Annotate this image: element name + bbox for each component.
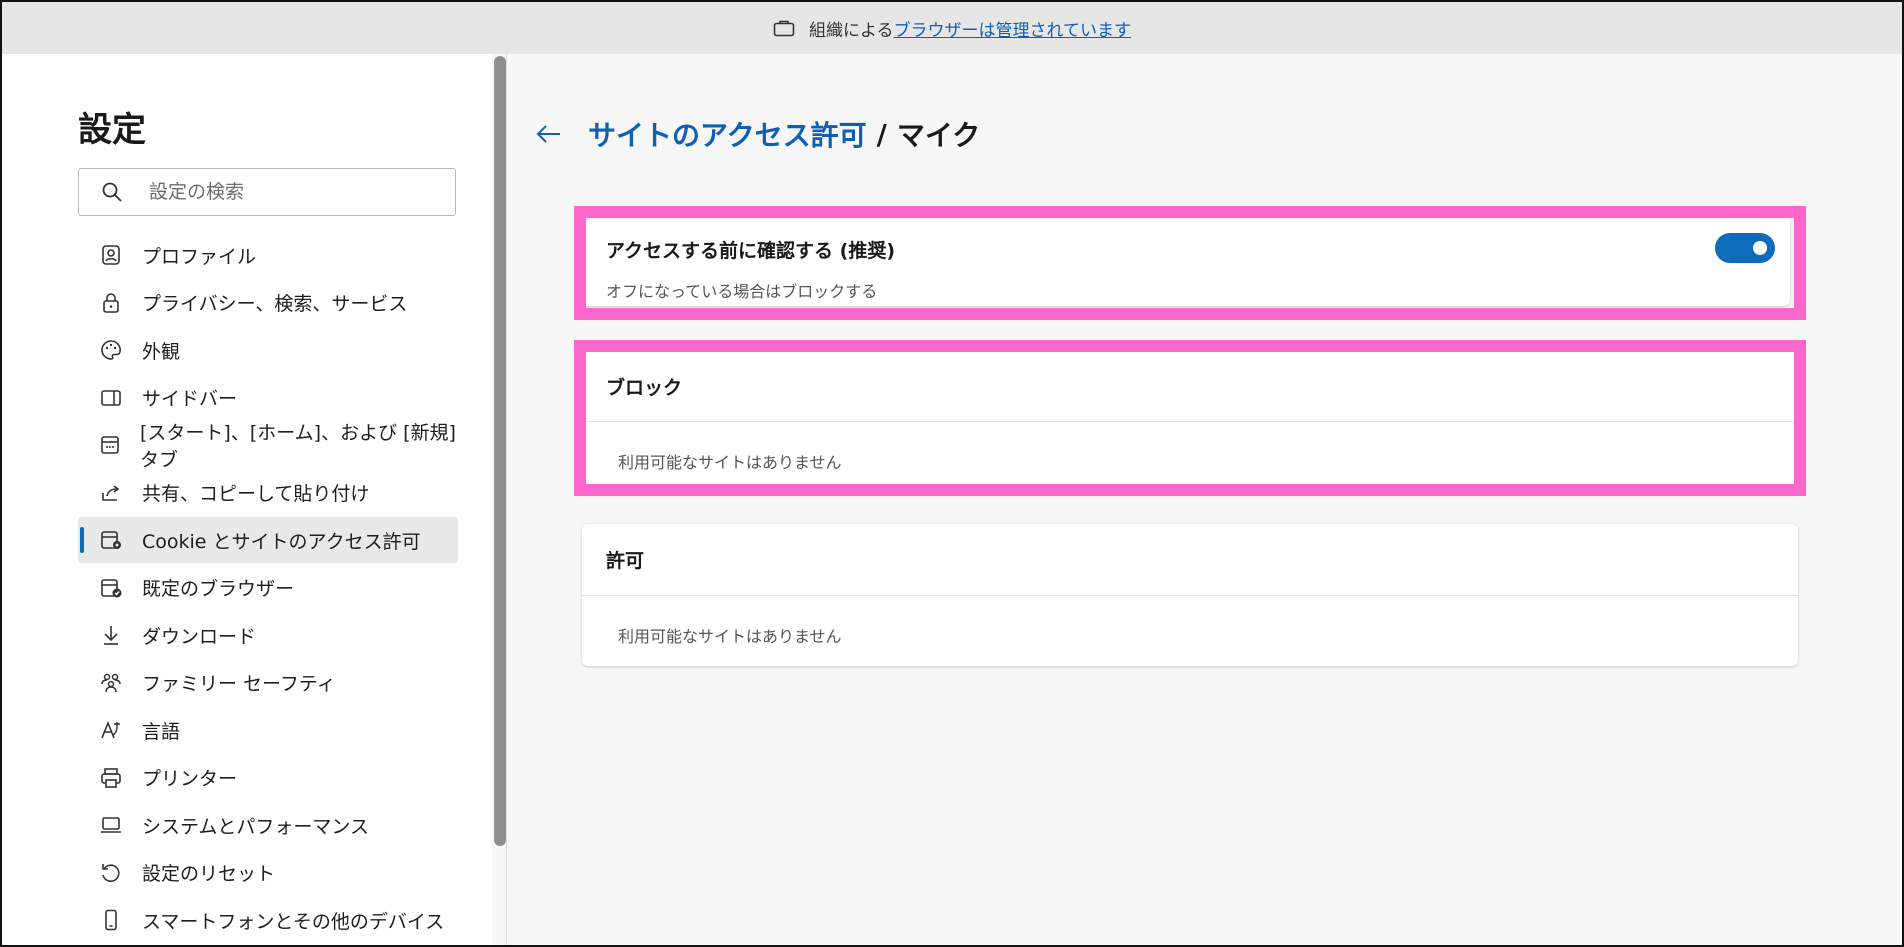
- family-icon: [98, 670, 124, 696]
- page-title: マイク: [896, 119, 981, 152]
- sidebar-item-default-browser[interactable]: 既定のブラウザー: [78, 565, 458, 611]
- breadcrumb: サイトのアクセス許可 / マイク: [534, 114, 980, 154]
- toggle-knob: [1753, 241, 1767, 255]
- breadcrumb-separator: /: [876, 117, 887, 151]
- lock-icon: [98, 290, 124, 316]
- sidebar-item-label: [スタート]、[ホーム]、および [新規] タブ: [140, 422, 456, 471]
- sidebar-item-privacy[interactable]: プライバシー、検索、サービス: [78, 280, 458, 326]
- sidebar-item-printers[interactable]: プリンター: [78, 755, 458, 801]
- sidebar-item-downloads[interactable]: ダウンロード: [78, 612, 458, 658]
- sidebar-item-reset[interactable]: 設定のリセット: [78, 850, 458, 896]
- sidebar-item-label: 共有、コピーして貼り付け: [142, 483, 370, 505]
- sidebar-item-label: ファミリー セーフティ: [142, 673, 336, 695]
- allow-title: 許可: [606, 550, 645, 572]
- browser-window: 組織によるブラウザーは管理されています 設定 プロファイル プライバシー、検索、…: [0, 0, 1904, 947]
- sidebar-item-label: プロファイル: [142, 245, 257, 268]
- search-input[interactable]: [147, 180, 431, 204]
- sidebar-item-label: Cookie とサイトのアクセス許可: [142, 530, 421, 553]
- banner-text: 組織による: [809, 20, 894, 41]
- search-icon: [101, 181, 123, 203]
- sidebar-item-languages[interactable]: 言語: [78, 707, 458, 753]
- profile-icon: [98, 242, 124, 268]
- sidebar-item-profile[interactable]: プロファイル: [78, 232, 458, 278]
- default-browser-icon: [98, 575, 124, 601]
- sidebar-item-label: スマートフォンとその他のデバイス: [142, 910, 445, 933]
- sidebar-item-label: プリンター: [142, 768, 238, 790]
- settings-title: 設定: [78, 110, 146, 150]
- back-arrow-icon[interactable]: [534, 119, 564, 149]
- sidebar-item-label: プライバシー、検索、サービス: [142, 293, 408, 315]
- sidebar-item-share[interactable]: 共有、コピーして貼り付け: [78, 470, 458, 516]
- ask-before-access-subtitle: オフになっている場合はブロックする: [606, 282, 878, 301]
- settings-search[interactable]: [78, 168, 456, 216]
- managed-banner: 組織によるブラウザーは管理されています: [2, 2, 1902, 54]
- sidebar-item-label: サイドバー: [142, 388, 238, 410]
- sidebar-scrollbar[interactable]: [494, 56, 506, 846]
- sidebar-item-cookies[interactable]: Cookie とサイトのアクセス許可: [78, 517, 458, 563]
- main-content: [507, 54, 1902, 945]
- sidebar-icon: [98, 385, 124, 411]
- block-divider: [582, 421, 1798, 422]
- sidebar-item-label: 既定のブラウザー: [142, 578, 295, 600]
- sidebar-nav: プロファイル プライバシー、検索、サービス 外観 サイドバー [スタート]、[ホ…: [78, 232, 458, 945]
- sidebar-item-label: ダウンロード: [142, 625, 257, 648]
- briefcase-icon: [773, 19, 795, 37]
- reset-icon: [98, 860, 124, 886]
- sidebar-item-label: 外観: [142, 340, 181, 363]
- ask-before-access-title: アクセスする前に確認する (推奨): [606, 240, 896, 262]
- sidebar-item-devices[interactable]: スマートフォンとその他のデバイス: [78, 897, 458, 943]
- managed-link[interactable]: ブラウザーは管理されています: [894, 21, 1132, 41]
- block-title: ブロック: [606, 377, 683, 399]
- palette-icon: [98, 337, 124, 363]
- sidebar-item-appearance[interactable]: 外観: [78, 327, 458, 373]
- cookie-settings-icon: [98, 527, 124, 553]
- block-empty-text: 利用可能なサイトはありません: [618, 453, 842, 472]
- sidebar-item-label: 設定のリセット: [142, 863, 276, 885]
- sidebar-item-newtab[interactable]: [スタート]、[ホーム]、および [新規] タブ: [78, 422, 458, 471]
- ask-before-access-toggle[interactable]: [1715, 233, 1775, 263]
- printer-icon: [98, 765, 124, 791]
- system-icon: [98, 812, 124, 838]
- language-icon: [98, 717, 124, 743]
- download-icon: [98, 622, 124, 648]
- sidebar-item-family[interactable]: ファミリー セーフティ: [78, 660, 458, 706]
- breadcrumb-parent-link[interactable]: サイトのアクセス許可: [588, 114, 867, 154]
- sidebar-item-label: システムとパフォーマンス: [142, 815, 370, 838]
- share-icon: [98, 480, 124, 506]
- sidebar-item-system[interactable]: システムとパフォーマンス: [78, 802, 458, 848]
- phone-icon: [98, 907, 124, 933]
- allow-empty-text: 利用可能なサイトはありません: [618, 627, 842, 646]
- sidebar-item-label: 言語: [142, 720, 181, 743]
- allow-divider: [582, 595, 1798, 596]
- sidebar-item-sidebar[interactable]: サイドバー: [78, 375, 458, 421]
- home-tab-icon: [98, 432, 122, 458]
